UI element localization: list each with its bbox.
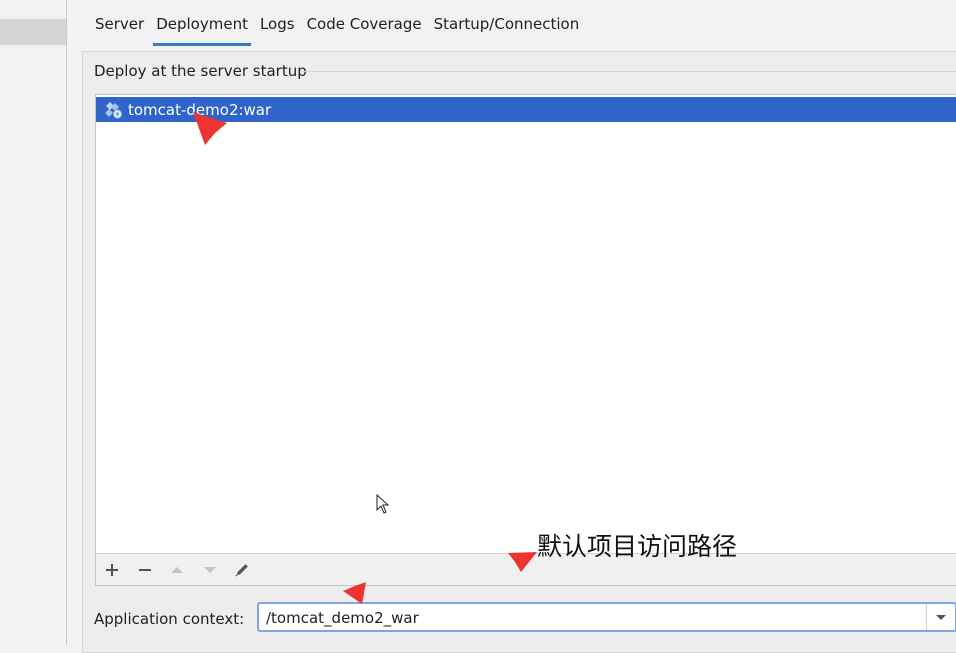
mouse-cursor-icon xyxy=(376,494,390,514)
arrow-to-annotation xyxy=(410,552,537,620)
arrow-to-context-field xyxy=(168,118,366,604)
annotation-text: 默认项目访问路径 xyxy=(537,532,738,561)
annotation-arrows xyxy=(168,112,537,620)
arrow-to-artifact xyxy=(193,112,340,277)
